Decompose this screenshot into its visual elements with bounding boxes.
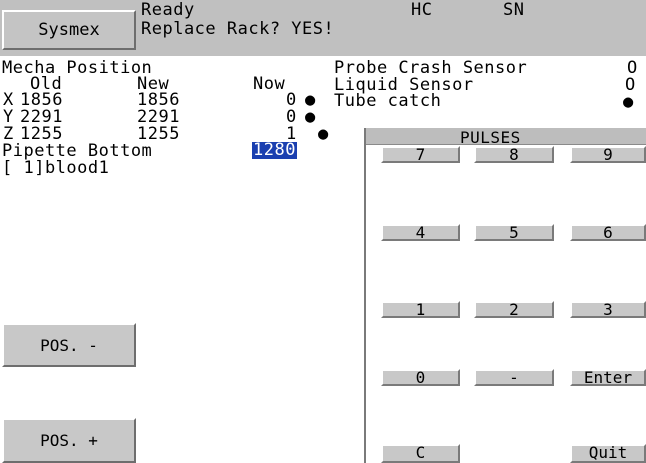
key-0[interactable]: 0: [381, 369, 460, 386]
key-enter[interactable]: Enter: [570, 369, 646, 386]
row-y-dot-icon: ●: [305, 107, 316, 127]
mecha-position-title: Mecha Position: [2, 58, 153, 78]
pos-plus-button[interactable]: POS. +: [2, 418, 136, 463]
key-3[interactable]: 3: [570, 301, 646, 318]
pipette-bottom-value[interactable]: 1280: [252, 142, 297, 159]
key-quit[interactable]: Quit: [570, 444, 646, 463]
tube-catch-label: Tube catch: [334, 91, 442, 111]
tube-catch-indicator: ●: [623, 92, 634, 112]
status-text: Ready: [141, 0, 195, 20]
key-5[interactable]: 5: [474, 224, 554, 241]
message-text: Replace Rack? YES!: [141, 19, 335, 39]
key-8[interactable]: 8: [474, 146, 554, 163]
row-z-dot-icon: ●: [318, 124, 329, 144]
key-6[interactable]: 6: [570, 224, 646, 241]
key-1[interactable]: 1: [381, 301, 460, 318]
pos-minus-button[interactable]: POS. -: [2, 323, 136, 367]
keypad-title: PULSES: [460, 128, 521, 147]
key-9[interactable]: 9: [570, 146, 646, 163]
sysmex-button[interactable]: Sysmex: [2, 10, 136, 50]
hc-indicator: HC: [411, 0, 433, 20]
key-4[interactable]: 4: [381, 224, 460, 241]
key-minus[interactable]: -: [474, 369, 554, 386]
key-clear[interactable]: C: [381, 444, 460, 463]
keypad-panel: [364, 128, 646, 463]
sn-indicator: SN: [503, 0, 525, 20]
key-2[interactable]: 2: [474, 301, 554, 318]
key-7[interactable]: 7: [381, 146, 460, 163]
sample-line: [ 1]blood1: [2, 158, 110, 178]
col-now-header: Now: [253, 74, 286, 94]
